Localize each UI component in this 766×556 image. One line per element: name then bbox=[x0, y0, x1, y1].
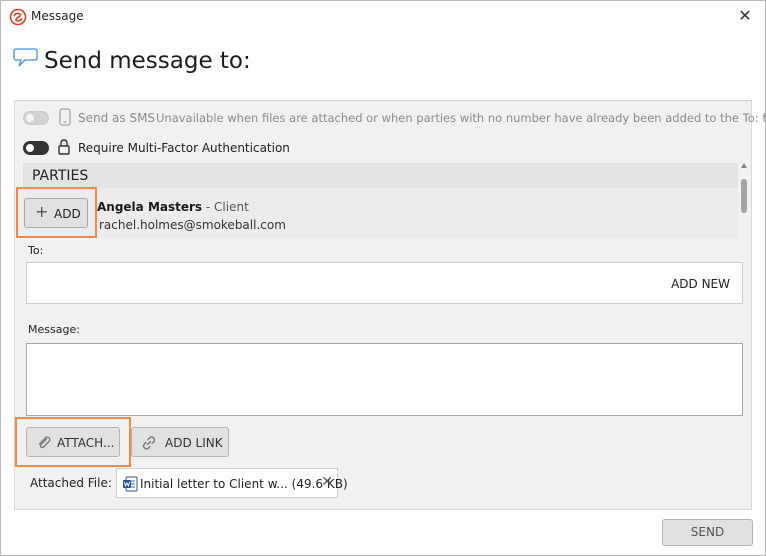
message-panel: Send as SMS Unavailable when files are a… bbox=[14, 100, 766, 510]
toggle-knob bbox=[26, 114, 34, 122]
add-link-button[interactable]: ADD LINK bbox=[131, 427, 229, 457]
message-dialog: Message ✕ Send message to: Send as SMS U… bbox=[0, 0, 766, 556]
message-label: Message: bbox=[28, 323, 80, 336]
attach-button-highlight bbox=[15, 417, 131, 467]
add-button-highlight bbox=[16, 187, 97, 238]
parties-scrollbar[interactable] bbox=[740, 163, 748, 253]
add-new-button[interactable]: ADD NEW bbox=[671, 277, 730, 291]
add-link-label: ADD LINK bbox=[165, 436, 223, 450]
attached-file-label: Attached File: bbox=[30, 476, 112, 490]
close-button[interactable]: ✕ bbox=[735, 6, 755, 26]
mfa-toggle[interactable] bbox=[23, 141, 49, 155]
window-title: Message bbox=[31, 9, 84, 23]
parties-heading: PARTIES bbox=[32, 168, 89, 184]
send-button[interactable]: SEND bbox=[662, 519, 753, 546]
mobile-phone-icon bbox=[59, 108, 71, 126]
link-icon bbox=[142, 436, 156, 450]
parties-header: PARTIES bbox=[23, 163, 738, 188]
lock-icon bbox=[58, 139, 70, 155]
scroll-thumb[interactable] bbox=[741, 179, 747, 213]
to-label: To: bbox=[28, 244, 44, 257]
sms-label: Send as SMS bbox=[78, 111, 156, 125]
smokeball-logo-icon bbox=[9, 8, 27, 26]
speech-bubble-icon bbox=[13, 48, 38, 67]
attached-file-name: Initial letter to Client w... (49.6 KB) bbox=[140, 477, 348, 491]
party-name-text: Angela Masters bbox=[97, 200, 203, 214]
remove-attachment-button[interactable]: ✕ bbox=[321, 474, 333, 490]
message-input[interactable] bbox=[26, 343, 743, 416]
mfa-label: Require Multi-Factor Authentication bbox=[78, 141, 290, 155]
scroll-up-arrow-icon[interactable] bbox=[741, 163, 747, 168]
page-title: Send message to: bbox=[44, 48, 251, 74]
toggle-knob bbox=[26, 144, 34, 152]
sms-toggle[interactable] bbox=[23, 111, 49, 125]
party-role: - Client bbox=[202, 200, 249, 214]
to-field[interactable]: ADD NEW bbox=[26, 262, 743, 304]
party-name[interactable]: Angela Masters - Client bbox=[97, 200, 249, 214]
title-bar[interactable]: Message ✕ bbox=[1, 1, 765, 33]
word-document-icon bbox=[123, 476, 138, 492]
party-email: rachel.holmes@smokeball.com bbox=[99, 218, 286, 232]
attached-file-chip[interactable]: Initial letter to Client w... (49.6 KB) … bbox=[116, 468, 348, 498]
sms-unavailable-note: Unavailable when files are attached or w… bbox=[156, 111, 766, 125]
